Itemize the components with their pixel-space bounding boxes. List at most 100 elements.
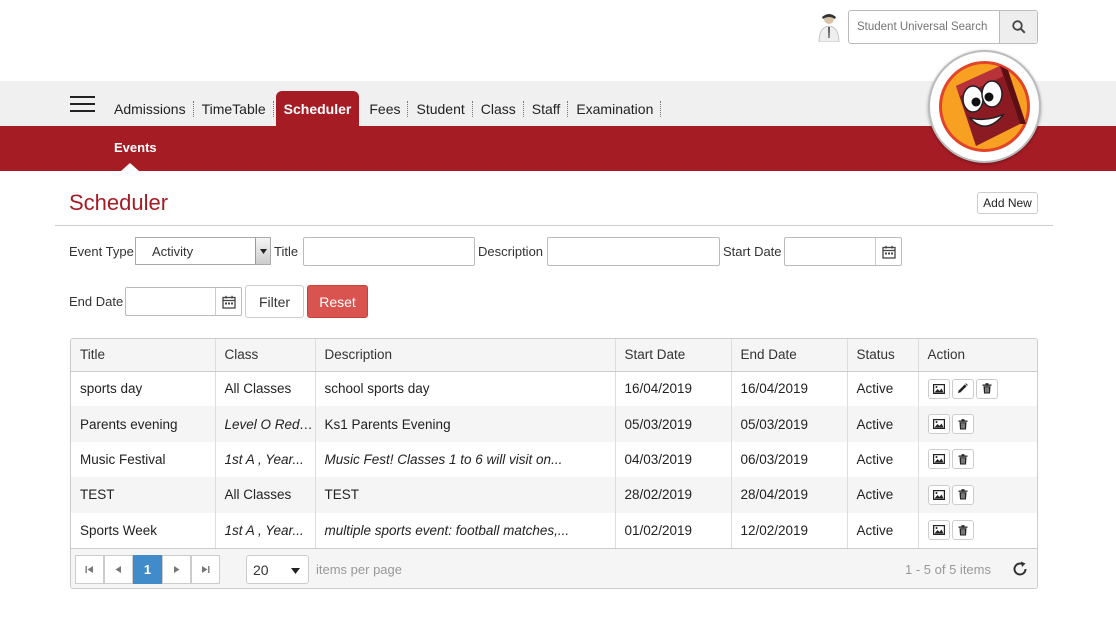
cell-status: Active <box>847 512 919 548</box>
nav-item-class[interactable]: Class <box>473 91 524 126</box>
first-page-button[interactable] <box>75 555 104 584</box>
school-logo <box>928 50 1041 163</box>
nav-item-admissions[interactable]: Admissions <box>106 91 194 126</box>
user-avatar-icon[interactable] <box>817 12 841 42</box>
cell-start-date: 16/04/2019 <box>615 371 732 407</box>
edit-button[interactable] <box>951 378 974 399</box>
delete-button[interactable] <box>951 484 974 505</box>
column-header-status[interactable]: Status <box>847 339 919 372</box>
cell-actions <box>918 371 1037 406</box>
next-page-button[interactable] <box>162 555 191 584</box>
reset-button[interactable]: Reset <box>307 285 368 318</box>
column-header-class[interactable]: Class <box>215 339 316 372</box>
menu-icon[interactable] <box>70 96 95 112</box>
event-type-select[interactable]: Activity <box>135 237 271 265</box>
delete-button[interactable] <box>951 414 974 435</box>
refresh-icon[interactable] <box>1011 560 1029 578</box>
delete-icon <box>958 524 968 536</box>
table-row[interactable]: TEST All Classes TEST 28/02/2019 28/04/2019 A… <box>71 477 1037 513</box>
pager: 1 20 items per page 1 - 5 of 5 items <box>71 548 1037 588</box>
cell-title: Music Festival <box>71 441 216 478</box>
title-input[interactable] <box>303 237 475 266</box>
end-date-calendar-button[interactable] <box>215 288 241 315</box>
cell-end-date: 28/04/2019 <box>731 477 848 513</box>
page-button-current[interactable]: 1 <box>133 555 162 584</box>
image-button[interactable] <box>927 378 950 399</box>
image-icon <box>932 525 945 536</box>
cell-class: All Classes <box>215 477 316 513</box>
student-search-input[interactable] <box>849 11 999 43</box>
cell-description: Music Fest! Classes 1 to 6 will visit on… <box>315 441 616 478</box>
delete-icon <box>958 454 968 465</box>
column-header-action[interactable]: Action <box>918 339 1037 372</box>
search-icon <box>1011 20 1026 34</box>
cell-start-date: 01/02/2019 <box>615 512 732 548</box>
cell-end-date: 12/02/2019 <box>731 512 848 548</box>
image-icon <box>932 454 945 465</box>
pager-info: 1 - 5 of 5 items <box>905 562 991 577</box>
image-button[interactable] <box>927 414 950 435</box>
cell-description: TEST <box>315 477 616 513</box>
last-page-button[interactable] <box>191 555 220 584</box>
delete-button[interactable] <box>975 378 998 399</box>
delete-icon <box>982 383 992 394</box>
cell-end-date: 06/03/2019 <box>731 441 848 478</box>
mascot-logo-icon <box>939 61 1030 152</box>
subnav-item-events[interactable]: Events <box>114 140 157 155</box>
description-input[interactable] <box>547 237 720 266</box>
title-divider <box>55 225 1053 226</box>
delete-button[interactable] <box>951 449 974 470</box>
delete-icon <box>958 418 968 430</box>
first-page-icon <box>85 566 93 573</box>
cell-title: Sports Week <box>71 512 216 548</box>
nav-item-staff[interactable]: Staff <box>524 91 569 126</box>
search-button[interactable] <box>999 11 1037 43</box>
student-search <box>848 10 1038 44</box>
prev-page-button[interactable] <box>104 555 133 584</box>
delete-button[interactable] <box>951 520 974 541</box>
nav-item-examination[interactable]: Examination <box>568 91 662 126</box>
add-new-button[interactable]: Add New <box>977 192 1038 214</box>
filter-button[interactable]: Filter <box>245 285 304 318</box>
nav-items: Admissions TimeTable Scheduler Fees Student C… <box>106 91 662 126</box>
column-header-title[interactable]: Title <box>71 339 216 372</box>
page-size-value: 20 <box>253 561 269 578</box>
events-table: Title Class Description Start Date End Date S… <box>71 339 1037 548</box>
image-button[interactable] <box>927 484 950 505</box>
chevron-down-icon <box>291 568 300 574</box>
column-header-end-date[interactable]: End Date <box>731 339 848 372</box>
nav-item-fees[interactable]: Fees <box>361 91 409 126</box>
start-date-calendar-button[interactable] <box>875 238 901 265</box>
calendar-icon <box>221 295 236 309</box>
table-row[interactable]: Music Festival 1st A , Year... Music Fest!… <box>71 441 1037 478</box>
page-size-select[interactable]: 20 <box>246 555 309 584</box>
event-type-label: Event Type <box>69 244 134 259</box>
cell-actions <box>918 477 1037 513</box>
cell-status: Active <box>847 441 919 478</box>
end-date-input[interactable] <box>125 287 242 316</box>
events-grid: Title Class Description Start Date End Date S… <box>70 338 1038 589</box>
image-icon <box>932 383 945 394</box>
table-row[interactable]: sports day All Classes school sports day 16… <box>71 371 1037 407</box>
nav-item-scheduler[interactable]: Scheduler <box>275 91 360 126</box>
cell-status: Active <box>847 477 919 513</box>
cell-status: Active <box>847 371 919 407</box>
end-date-label: End Date <box>69 294 124 309</box>
items-per-page-label: items per page <box>316 562 402 577</box>
cell-class: 1st A , Year... <box>215 441 316 478</box>
calendar-icon <box>881 245 896 259</box>
nav-item-timetable[interactable]: TimeTable <box>194 91 274 126</box>
image-button[interactable] <box>927 520 950 541</box>
nav-item-student[interactable]: Student <box>408 91 474 126</box>
image-button[interactable] <box>927 449 950 470</box>
cell-title: Parents evening <box>71 406 216 442</box>
edit-icon <box>957 383 968 394</box>
image-icon <box>932 419 945 430</box>
table-row[interactable]: Sports Week 1st A , Year... multiple sport… <box>71 512 1037 548</box>
column-header-description[interactable]: Description <box>315 339 616 372</box>
start-date-input[interactable] <box>784 237 902 266</box>
table-row[interactable]: Parents evening Level O Red ... Ks1 Parent… <box>71 406 1037 442</box>
column-header-start-date[interactable]: Start Date <box>615 339 732 372</box>
cell-end-date: 16/04/2019 <box>731 371 848 407</box>
cell-class: Level O Red ... <box>215 406 316 442</box>
